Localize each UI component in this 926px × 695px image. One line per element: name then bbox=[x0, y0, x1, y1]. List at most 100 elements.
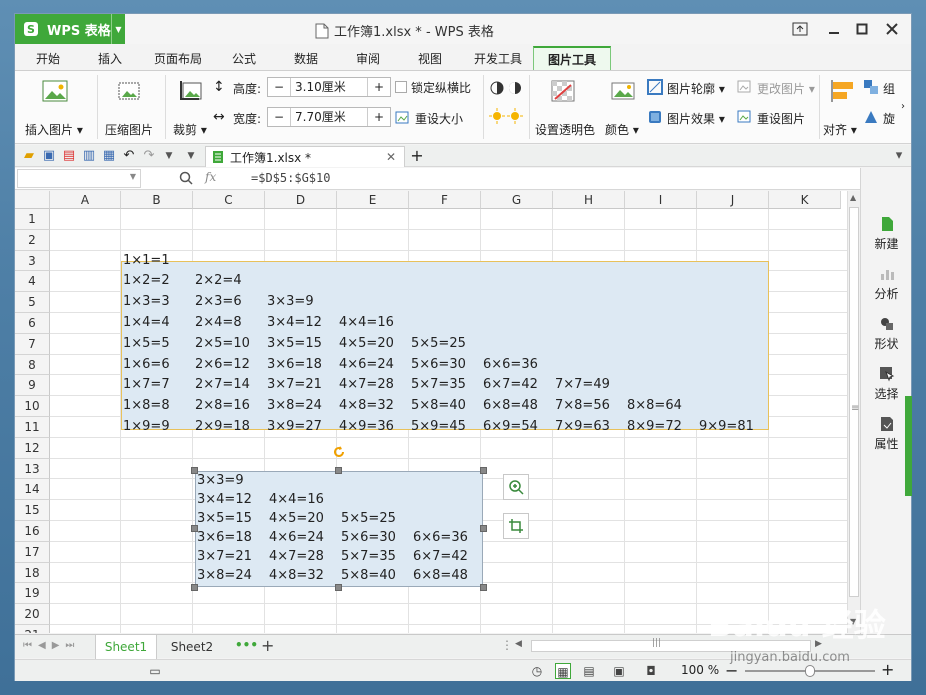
tab-home[interactable]: 开始 bbox=[21, 46, 75, 70]
resize-handle[interactable] bbox=[191, 584, 198, 591]
normal-view-icon[interactable]: ▦ bbox=[555, 663, 571, 679]
table-cell[interactable]: 3×7=21 bbox=[267, 376, 322, 394]
open-folder-icon[interactable]: ▰ bbox=[21, 148, 37, 164]
row-header-7[interactable]: 7 bbox=[15, 333, 50, 355]
resize-handle[interactable] bbox=[191, 525, 198, 532]
table-cell[interactable]: 1×4=4 bbox=[123, 314, 170, 332]
table-cell[interactable]: 3×8=24 bbox=[267, 397, 322, 415]
set-transparent-icon[interactable] bbox=[549, 79, 577, 103]
rotate-handle-icon[interactable] bbox=[332, 445, 346, 459]
table-cell[interactable]: 3×3=9 bbox=[267, 293, 314, 311]
table-cell[interactable]: 3×9=27 bbox=[267, 418, 322, 436]
print-preview-icon[interactable]: ▦ bbox=[101, 148, 117, 164]
row-header-11[interactable]: 11 bbox=[15, 417, 50, 438]
table-cell[interactable]: 6×8=48 bbox=[483, 397, 538, 415]
table-cell[interactable]: 1×2=2 bbox=[123, 272, 170, 290]
crop-icon[interactable] bbox=[177, 79, 205, 103]
share-icon[interactable] bbox=[785, 14, 815, 44]
zoom-level[interactable]: 100 % bbox=[681, 663, 719, 677]
column-header-j[interactable]: J bbox=[697, 191, 769, 209]
zoom-in-icon[interactable]: + bbox=[881, 660, 894, 679]
row-header-13[interactable]: 13 bbox=[15, 458, 50, 480]
sheet-tab-1[interactable]: Sheet1 bbox=[95, 635, 157, 659]
contrast-icon[interactable] bbox=[489, 79, 525, 97]
resize-handle[interactable] bbox=[191, 467, 198, 474]
row-header-20[interactable]: 20 bbox=[15, 604, 50, 625]
tab-formulas[interactable]: 公式 bbox=[221, 46, 267, 70]
align-button[interactable]: 对齐 ▾ bbox=[823, 121, 857, 138]
width-increment-button[interactable]: + bbox=[368, 108, 390, 126]
column-header-a[interactable]: A bbox=[50, 191, 121, 209]
table-cell[interactable]: 1×8=8 bbox=[123, 397, 170, 415]
compress-picture-icon[interactable] bbox=[115, 79, 143, 103]
minimize-icon[interactable] bbox=[819, 14, 849, 44]
table-cell[interactable]: 8×8=64 bbox=[627, 397, 682, 415]
column-header-h[interactable]: H bbox=[553, 191, 625, 209]
analyze-button[interactable]: 分析 bbox=[861, 266, 912, 302]
resize-handle[interactable] bbox=[335, 467, 342, 474]
table-cell[interactable]: 4×8=32 bbox=[339, 397, 394, 415]
new-tab-icon[interactable]: + bbox=[409, 148, 425, 164]
table-cell[interactable]: 6×6=36 bbox=[483, 356, 538, 374]
rotate-icon[interactable] bbox=[863, 109, 879, 125]
table-cell[interactable]: 3×4=12 bbox=[267, 314, 322, 332]
table-cell[interactable]: 2×8=16 bbox=[195, 397, 250, 415]
tab-picture-tools[interactable]: 图片工具 bbox=[533, 46, 611, 70]
crop-button[interactable]: 裁剪 ▾ bbox=[173, 121, 207, 138]
table-cell[interactable]: 2×2=4 bbox=[195, 272, 242, 290]
lock-ratio-checkbox[interactable] bbox=[395, 81, 407, 93]
width-decrement-button[interactable]: − bbox=[268, 108, 290, 126]
table-cell[interactable]: 5×5=25 bbox=[411, 335, 466, 353]
sheet-tab-2[interactable]: Sheet2 bbox=[161, 635, 223, 659]
height-decrement-button[interactable]: − bbox=[268, 78, 290, 96]
formula-input[interactable]: =$D$5:$G$10 bbox=[251, 171, 330, 185]
macro-status-icon[interactable]: ▭ bbox=[147, 663, 163, 679]
tab-data[interactable]: 数据 bbox=[283, 46, 329, 70]
table-cell[interactable]: 2×4=8 bbox=[195, 314, 242, 332]
save-icon[interactable]: ▣ bbox=[41, 148, 57, 164]
tab-view[interactable]: 视图 bbox=[407, 46, 453, 70]
table-cell[interactable]: 8×9=72 bbox=[627, 418, 682, 436]
reset-picture-icon[interactable] bbox=[737, 109, 753, 125]
align-icon[interactable] bbox=[829, 79, 857, 103]
row-header-4[interactable]: 4 bbox=[15, 271, 50, 293]
height-increment-button[interactable]: + bbox=[368, 78, 390, 96]
table-cell[interactable]: 5×7=35 bbox=[411, 376, 466, 394]
table-cell[interactable]: 4×7=28 bbox=[339, 376, 394, 394]
undo-icon[interactable]: ↶ bbox=[121, 148, 137, 164]
color-button[interactable]: 颜色 ▾ bbox=[605, 121, 639, 138]
export-pdf-icon[interactable]: ▤ bbox=[61, 148, 77, 164]
shape-button[interactable]: 形状 bbox=[861, 316, 912, 352]
brightness-icon[interactable] bbox=[489, 107, 525, 125]
chevron-down-icon[interactable]: ▼ bbox=[111, 14, 125, 44]
column-header-i[interactable]: I bbox=[625, 191, 697, 209]
tab-page-layout[interactable]: 页面布局 bbox=[147, 46, 209, 70]
tab-developer[interactable]: 开发工具 bbox=[467, 46, 529, 70]
more-sheets-icon[interactable]: ••• bbox=[235, 638, 258, 652]
picture-effect-button[interactable]: 图片效果 ▾ bbox=[667, 110, 725, 127]
reset-size-icon[interactable] bbox=[395, 109, 411, 125]
table-cell[interactable]: 7×7=49 bbox=[555, 376, 610, 394]
row-header-17[interactable]: 17 bbox=[15, 541, 50, 563]
insert-picture-icon[interactable] bbox=[41, 79, 69, 103]
row-header-3[interactable]: 3 bbox=[15, 250, 50, 272]
print-icon[interactable]: ▥ bbox=[81, 148, 97, 164]
compress-picture-button[interactable]: 压缩图片 bbox=[105, 121, 153, 138]
reading-mode-icon[interactable]: ◘ bbox=[643, 663, 659, 679]
table-cell[interactable]: 6×9=54 bbox=[483, 418, 538, 436]
reset-picture-button[interactable]: 重设图片 bbox=[757, 110, 805, 127]
table-cell[interactable]: 7×8=56 bbox=[555, 397, 610, 415]
row-header-12[interactable]: 12 bbox=[15, 437, 50, 459]
table-cell[interactable]: 1×1=1 bbox=[123, 252, 170, 270]
group-icon[interactable] bbox=[863, 79, 879, 95]
column-header-g[interactable]: G bbox=[481, 191, 553, 209]
page-break-view-icon[interactable]: ▤ bbox=[581, 663, 597, 679]
row-header-19[interactable]: 19 bbox=[15, 583, 50, 605]
table-cell[interactable]: 6×7=42 bbox=[483, 376, 538, 394]
tab-insert[interactable]: 插入 bbox=[87, 46, 133, 70]
column-header-k[interactable]: K bbox=[769, 191, 841, 209]
resize-handle[interactable] bbox=[480, 584, 487, 591]
table-cell[interactable]: 1×7=7 bbox=[123, 376, 170, 394]
column-header-b[interactable]: B bbox=[121, 191, 193, 209]
zoom-slider[interactable] bbox=[745, 665, 875, 677]
